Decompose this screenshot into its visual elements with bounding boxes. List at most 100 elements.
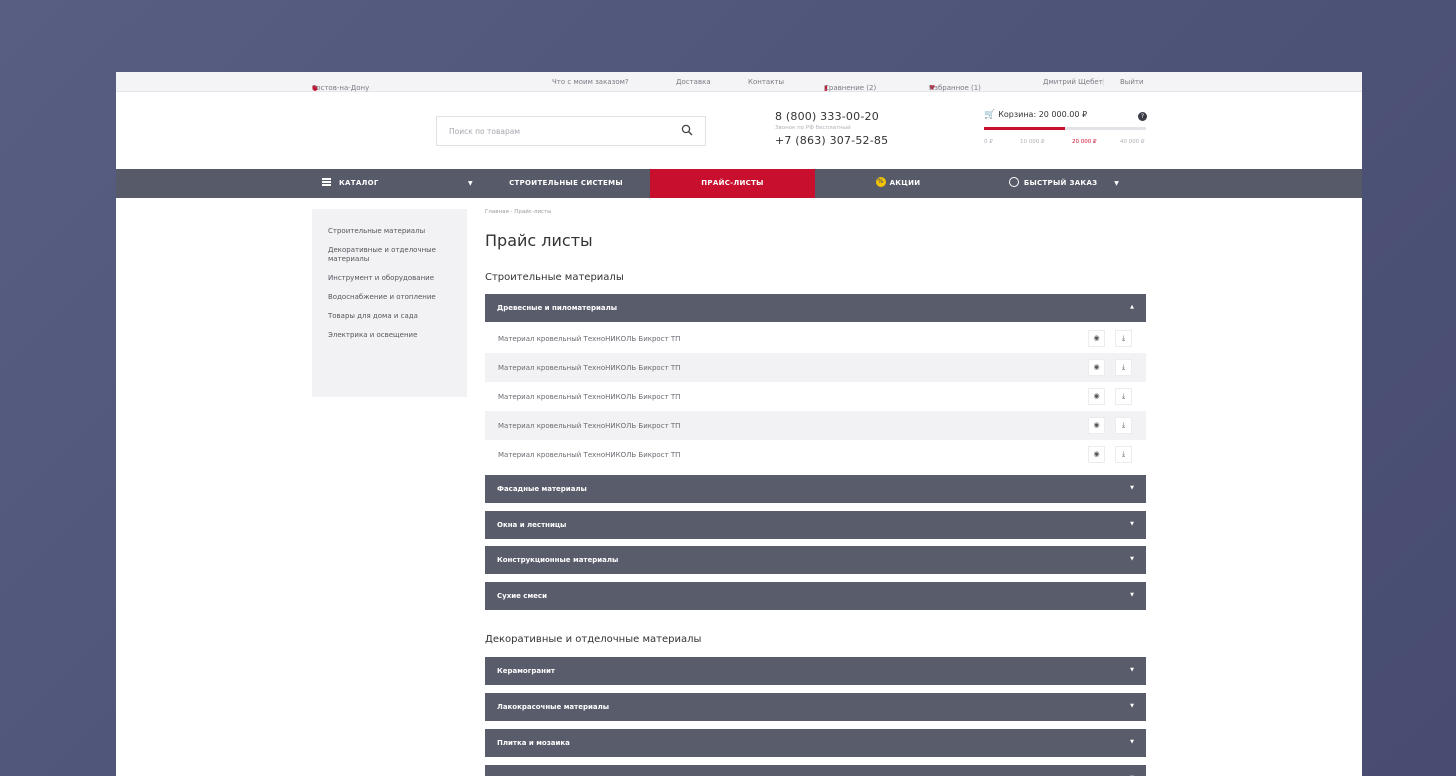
cart-progress-track	[984, 127, 1146, 130]
menu-icon	[322, 177, 331, 188]
cart-icon: 🛒	[984, 110, 996, 120]
cart-progress-fill	[984, 127, 1065, 130]
accordion-label: Керамогранит	[497, 667, 555, 675]
page-title: Прайс листы	[485, 231, 593, 250]
topbar-separator: |	[1102, 78, 1105, 86]
phone-secondary[interactable]: +7 (863) 307-52-85	[775, 134, 888, 147]
price-list-row: Материал кровельный ТехноНИКОЛЬ Бикрост …	[485, 382, 1146, 411]
favorites-label: Избранное (1)	[929, 84, 981, 92]
header: Поиск по товарам 8 (800) 333-00-20 Звоно…	[116, 92, 1362, 169]
info-icon[interactable]: ?	[1138, 112, 1147, 121]
phone-primary[interactable]: 8 (800) 333-00-20	[775, 110, 888, 123]
category-sidebar: Строительные материалы Декоративные и от…	[312, 209, 467, 397]
chevron-up-icon: ▲	[1130, 304, 1134, 310]
chevron-down-icon: ▼	[1130, 485, 1134, 491]
sidebar-item[interactable]: Декоративные и отделочные материалы	[328, 246, 448, 264]
user-name-link[interactable]: Дмитрий Щебет	[1043, 78, 1103, 86]
download-icon[interactable]: ⤓	[1115, 446, 1132, 463]
accordion-header[interactable]: Древесные и пиломатериалы ▲	[485, 294, 1146, 322]
nav-catalog-label: КАТАЛОГ	[339, 179, 379, 187]
download-icon[interactable]: ⤓	[1115, 359, 1132, 376]
accordion-header[interactable]: Плитка и мозаика ▼	[485, 729, 1146, 757]
download-icon[interactable]: ⤓	[1115, 388, 1132, 405]
delivery-link[interactable]: Доставка	[676, 78, 711, 86]
page-frame: ● Ростов-на-Дону ▾ Что с моим заказом? Д…	[116, 72, 1362, 776]
cart-title[interactable]: 🛒 Корзина: 20 000.00 ₽	[984, 110, 1087, 120]
price-list-name[interactable]: Материал кровельный ТехноНИКОЛЬ Бикрост …	[498, 393, 680, 401]
section-title: Строительные материалы	[485, 272, 624, 283]
price-list-name[interactable]: Материал кровельный ТехноНИКОЛЬ Бикрост …	[498, 451, 680, 459]
city-label: Ростов-на-Дону	[312, 84, 370, 92]
price-list-name[interactable]: Материал кровельный ТехноНИКОЛЬ Бикрост …	[498, 422, 680, 430]
accordion-label: Плитка и мозаика	[497, 739, 570, 747]
accordion-header[interactable]: Сухие смеси ▼	[485, 582, 1146, 610]
eye-icon[interactable]: ◉	[1088, 388, 1105, 405]
search-box[interactable]: Поиск по товарам	[436, 116, 706, 146]
chevron-down-icon: ▼	[1130, 703, 1134, 709]
chevron-down-icon: ▾	[312, 84, 316, 92]
chevron-down-icon: ▼	[1130, 556, 1134, 562]
eye-icon[interactable]: ◉	[1088, 330, 1105, 347]
nav-quick-order[interactable]: БЫСТРЫЙ ЗАКАЗ ▼	[981, 169, 1147, 198]
main-nav: КАТАЛОГ ▼ СТРОИТЕЛЬНЫЕ СИСТЕМЫ ПРАЙС-ЛИС…	[116, 169, 1362, 198]
top-utility-bar: ● Ростов-на-Дону ▾ Что с моим заказом? Д…	[116, 72, 1362, 92]
phone-primary-note: Звонок по РФ бесплатный	[775, 125, 851, 131]
cart-tick: 10 000 ₽	[1020, 139, 1045, 145]
order-status-link[interactable]: Что с моим заказом?	[552, 78, 629, 86]
contacts-link[interactable]: Контакты	[748, 78, 784, 86]
accordion-header[interactable]: Лакокрасочные материалы ▼	[485, 693, 1146, 721]
sidebar-item[interactable]: Строительные материалы	[328, 227, 448, 236]
sidebar-item[interactable]: Электрика и освещение	[328, 331, 448, 340]
cart-tick-active: 20 000 ₽	[1072, 139, 1097, 145]
accordion-header[interactable]: ▼	[485, 765, 1146, 776]
nav-quick-label: БЫСТРЫЙ ЗАКАЗ	[1023, 179, 1098, 187]
eye-icon[interactable]: ◉	[1088, 446, 1105, 463]
nav-promo[interactable]: % АКЦИИ	[815, 169, 981, 198]
accordion-header[interactable]: Конструкционные материалы ▼	[485, 546, 1146, 574]
price-list-name[interactable]: Материал кровельный ТехноНИКОЛЬ Бикрост …	[498, 364, 680, 372]
sidebar-item[interactable]: Товары для дома и сада	[328, 312, 448, 321]
nav-price-lists[interactable]: ПРАЙС-ЛИСТЫ	[650, 169, 815, 198]
sidebar-item[interactable]: Инструмент и оборудование	[328, 274, 448, 283]
price-list-row: Материал кровельный ТехноНИКОЛЬ Бикрост …	[485, 324, 1146, 353]
section-title: Декоративные и отделочные материалы	[485, 634, 702, 645]
download-icon[interactable]: ⤓	[1115, 330, 1132, 347]
accordion-header[interactable]: Керамогранит ▼	[485, 657, 1146, 685]
contact-phones: 8 (800) 333-00-20 Звонок по РФ бесплатны…	[775, 110, 888, 147]
compare-label: Сравнение (2)	[824, 84, 877, 92]
accordion-label: Фасадные материалы	[497, 485, 587, 493]
search-input[interactable]: Поиск по товарам	[449, 127, 520, 136]
price-list-row: Материал кровельный ТехноНИКОЛЬ Бикрост …	[485, 440, 1146, 469]
download-icon[interactable]: ⤓	[1115, 417, 1132, 434]
accordion-label: Сухие смеси	[497, 592, 547, 600]
sidebar-item[interactable]: Водоснабжение и отопление	[328, 293, 448, 302]
price-list-name[interactable]: Материал кровельный ТехноНИКОЛЬ Бикрост …	[498, 335, 680, 343]
accordion-header[interactable]: Фасадные материалы ▼	[485, 475, 1146, 503]
chevron-down-icon: ▼	[1130, 592, 1134, 598]
nav-catalog[interactable]: КАТАЛОГ ▼	[312, 169, 482, 198]
price-list-row: Материал кровельный ТехноНИКОЛЬ Бикрост …	[485, 353, 1146, 382]
cart-total: Корзина: 20 000.00 ₽	[998, 110, 1088, 119]
accordion-label: Древесные и пиломатериалы	[497, 304, 618, 312]
eye-icon[interactable]: ◉	[1088, 359, 1105, 376]
nav-promo-label: АКЦИИ	[889, 179, 921, 187]
chevron-down-icon: ▼	[1130, 521, 1134, 527]
cart-tick: 40 000 ₽	[1120, 139, 1145, 145]
clock-icon	[1008, 177, 1019, 187]
chevron-down-icon: ▼	[1114, 180, 1120, 187]
accordion-label: Окна и лестницы	[497, 521, 567, 529]
accordion-label: Конструкционные материалы	[497, 556, 619, 564]
cart-tick: 0 ₽	[984, 139, 993, 145]
logout-link[interactable]: Выйти	[1120, 78, 1144, 86]
eye-icon[interactable]: ◉	[1088, 417, 1105, 434]
chevron-down-icon: ▼	[1130, 739, 1134, 745]
chevron-down-icon: ▼	[1130, 667, 1134, 673]
price-list-row: Материал кровельный ТехноНИКОЛЬ Бикрост …	[485, 411, 1146, 440]
chevron-down-icon: ▼	[468, 180, 473, 187]
search-icon[interactable]	[681, 124, 693, 136]
percent-icon: %	[875, 177, 886, 187]
accordion-header[interactable]: Окна и лестницы ▼	[485, 511, 1146, 539]
accordion-label: Лакокрасочные материалы	[497, 703, 610, 711]
nav-building-systems[interactable]: СТРОИТЕЛЬНЫЕ СИСТЕМЫ	[482, 169, 650, 198]
breadcrumb[interactable]: Главная - Прайс-листы	[485, 209, 551, 215]
